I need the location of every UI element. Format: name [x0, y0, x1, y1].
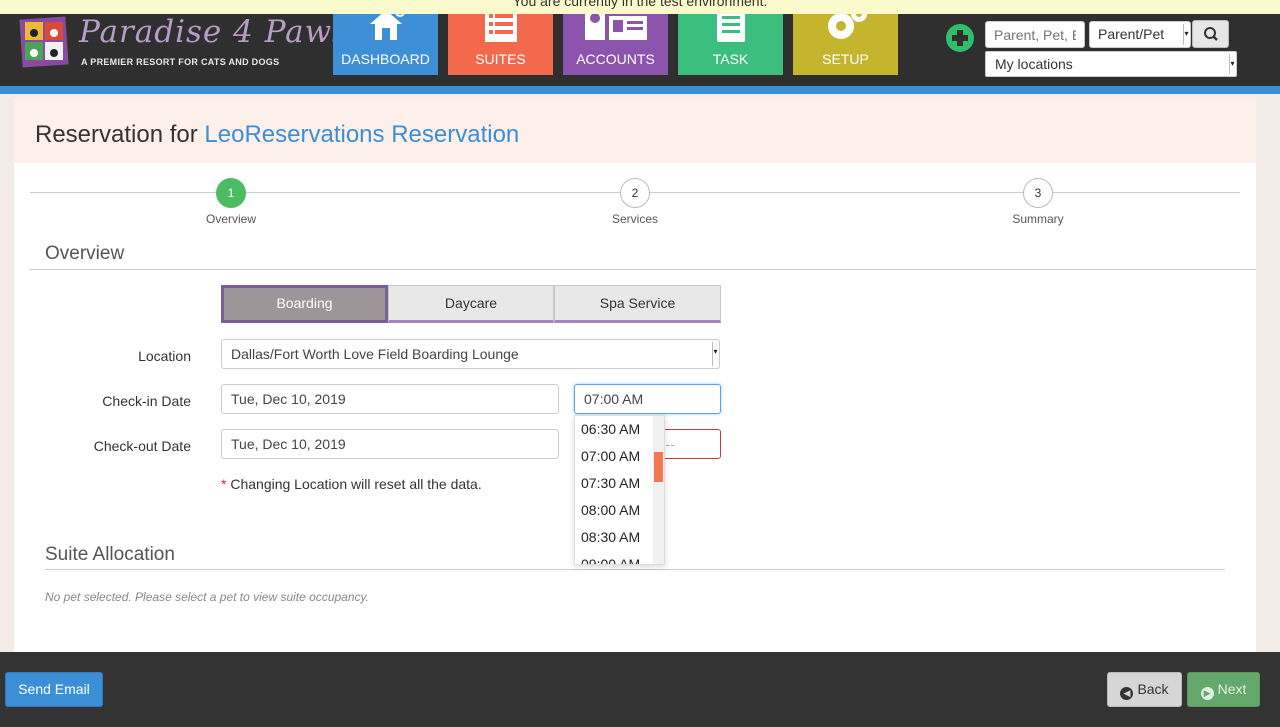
step-summary[interactable]: 3 Summary: [993, 178, 1083, 226]
service-daycare-button[interactable]: Daycare: [388, 285, 554, 323]
scrollbar-thumb[interactable]: [654, 452, 663, 482]
divider: [0, 86, 1280, 94]
nav-dashboard-label: DASHBOARD: [341, 51, 430, 67]
time-option[interactable]: 06:30 AM: [575, 416, 664, 443]
search-icon: [1204, 27, 1218, 41]
plus-icon: [952, 30, 968, 46]
arrow-left-icon: ◀: [1120, 687, 1134, 700]
checkout-label: Check-out Date: [93, 438, 191, 454]
page-title-prefix: Reservation for: [35, 121, 198, 148]
location-label: Location: [138, 348, 191, 364]
footer-bar: Send Email ◀ Back ▶ Next: [0, 652, 1280, 727]
search-scope-value: Parent/Pet: [1098, 26, 1165, 42]
step-overview[interactable]: 1 Overview: [186, 178, 276, 226]
overview-heading: Overview: [45, 243, 125, 264]
step-services[interactable]: 2 Services: [590, 178, 680, 226]
paw-logo-icon: [19, 16, 69, 68]
checkin-date-input[interactable]: Tue, Dec 10, 2019: [221, 384, 559, 414]
required-star: *: [221, 476, 227, 492]
locations-value: My locations: [995, 56, 1073, 72]
divider: [30, 269, 1256, 270]
time-dropdown-list[interactable]: 06:30 AM 07:00 AM 07:30 AM 08:00 AM 08:3…: [574, 415, 665, 565]
time-option[interactable]: 09:00 AM: [575, 551, 664, 564]
step-label: Services: [611, 212, 658, 226]
chevron-down-icon: ▾: [712, 342, 718, 366]
test-environment-banner: You are currently in the test environmen…: [0, 0, 1280, 14]
nav-accounts-label: ACCOUNTS: [576, 51, 655, 67]
back-button[interactable]: ◀ Back: [1107, 672, 1182, 707]
nav-task-label: TASK: [712, 51, 749, 67]
step-label: Overview: [205, 212, 256, 226]
step-number: 1: [216, 178, 246, 208]
checkout-date-input[interactable]: Tue, Dec 10, 2019: [221, 429, 559, 459]
note-text: Changing Location will reset all the dat…: [230, 476, 482, 492]
location-value: Dallas/Fort Worth Love Field Boarding Lo…: [231, 346, 519, 362]
search-input[interactable]: [985, 21, 1085, 48]
time-option[interactable]: 07:30 AM: [575, 470, 664, 497]
location-select[interactable]: Dallas/Fort Worth Love Field Boarding Lo…: [221, 339, 720, 369]
back-label: Back: [1137, 681, 1169, 697]
nav-suites-label: SUITES: [475, 51, 526, 67]
service-boarding-button[interactable]: Boarding: [221, 285, 388, 323]
service-spa-button[interactable]: Spa Service: [554, 285, 721, 323]
divider: [45, 569, 1225, 570]
logo[interactable]: Paradise 4 Paws A PREMIER RESORT FOR CAT…: [19, 14, 348, 70]
locations-select[interactable]: My locations ▾: [985, 51, 1237, 77]
step-number: 2: [620, 178, 650, 208]
search-scope-select[interactable]: Parent/Pet ▾: [1089, 21, 1191, 48]
chevron-down-icon: ▾: [1183, 24, 1189, 45]
logo-subtitle: A PREMIER RESORT FOR CATS AND DOGS: [81, 57, 280, 67]
time-option[interactable]: 08:30 AM: [575, 524, 664, 551]
send-email-button[interactable]: Send Email: [5, 672, 103, 707]
suite-empty-message: No pet selected. Please select a pet to …: [45, 590, 369, 604]
checkin-label: Check-in Date: [102, 393, 191, 409]
nav-setup-label: SETUP: [822, 51, 869, 67]
next-label: Next: [1217, 681, 1247, 697]
logo-title: Paradise 4 Paws: [79, 14, 350, 50]
step-label: Summary: [1012, 212, 1064, 226]
next-button[interactable]: ▶ Next: [1187, 672, 1260, 707]
time-option[interactable]: 08:00 AM: [575, 497, 664, 524]
page-title: Reservation for LeoReservations Reservat…: [35, 121, 519, 149]
search-button[interactable]: [1192, 20, 1229, 48]
add-new-button[interactable]: [946, 24, 974, 52]
suite-allocation-heading: Suite Allocation: [45, 544, 175, 565]
time-scrollbar[interactable]: [653, 416, 664, 564]
reservation-panel: Reservation for LeoReservations Reservat…: [14, 97, 1256, 657]
chevron-down-icon: ▾: [1229, 54, 1235, 74]
reservation-link[interactable]: LeoReservations Reservation: [204, 121, 519, 148]
step-number: 3: [1023, 178, 1053, 208]
checkin-time-input[interactable]: 07:00 AM: [574, 384, 721, 414]
location-warning-note: * Changing Location will reset all the d…: [221, 476, 482, 492]
panel-header: Reservation for LeoReservations Reservat…: [14, 97, 1256, 163]
time-option[interactable]: 07:00 AM: [575, 443, 664, 470]
arrow-right-icon: ▶: [1200, 687, 1214, 700]
